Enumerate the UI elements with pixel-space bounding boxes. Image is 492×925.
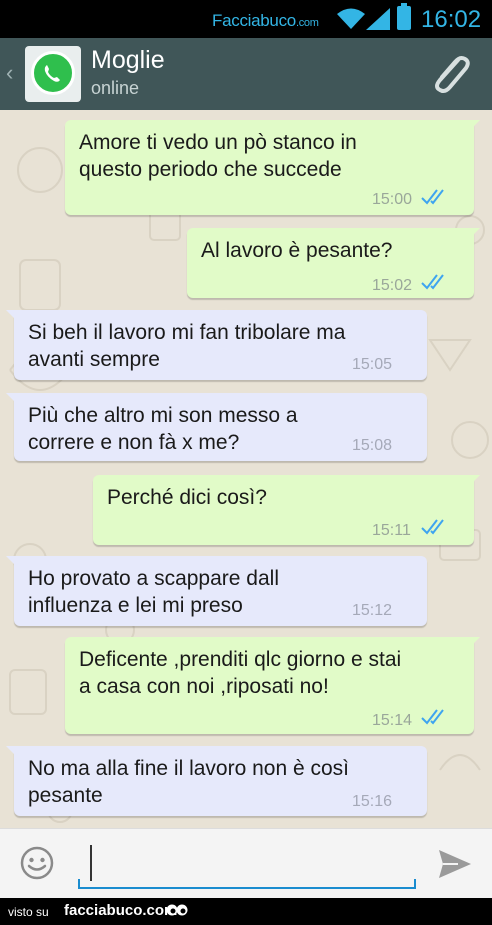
wifi-icon xyxy=(337,8,365,29)
message-text: Ho provato a scappare dall influenza e l… xyxy=(28,567,279,617)
message-text: Deficente ,prenditi qlc giorno e stai a … xyxy=(79,648,402,698)
message-text: No ma alla fine il lavoro non è così pes… xyxy=(28,757,349,807)
message-text: Al lavoro è pesante? xyxy=(201,239,393,262)
message-time: 15:08 xyxy=(352,437,393,454)
avatar[interactable] xyxy=(25,46,81,102)
battery-icon xyxy=(397,3,411,30)
bubble-tail xyxy=(6,746,20,760)
message-bubble-incoming[interactable]: Più che altro mi son messo a correre e n… xyxy=(14,393,427,461)
bubble-tail xyxy=(6,310,20,324)
contact-name[interactable]: Moglie xyxy=(91,46,165,75)
send-icon[interactable] xyxy=(438,849,472,879)
message-bubble-outgoing[interactable]: Al lavoro è pesante? 15:02 xyxy=(187,228,474,298)
message-text: Amore ti vedo un pò stanco in questo per… xyxy=(79,131,357,181)
read-ticks-icon xyxy=(421,274,444,290)
message-time: 15:00 xyxy=(372,191,413,208)
message-time: 15:12 xyxy=(352,602,393,619)
message-text: Più che altro mi son messo a correre e n… xyxy=(28,404,298,454)
message-time: 15:05 xyxy=(352,356,393,373)
signal-icon xyxy=(366,8,390,30)
bubble-tail xyxy=(466,228,480,242)
status-bar: Facciabuco.com 16:02 xyxy=(0,0,492,38)
watermark-footer: visto su facciabuco.com xyxy=(0,898,492,925)
read-ticks-icon xyxy=(421,709,444,725)
read-ticks-icon xyxy=(421,189,444,205)
bubble-tail xyxy=(6,393,20,407)
bubble-tail xyxy=(6,556,20,570)
whatsapp-icon xyxy=(31,51,75,95)
message-text: Si beh il lavoro mi fan tribolare ma ava… xyxy=(28,321,346,371)
status-clock: 16:02 xyxy=(421,6,482,33)
message-time: 15:02 xyxy=(372,277,413,294)
emoji-icon[interactable] xyxy=(19,845,55,881)
text-caret xyxy=(90,845,92,881)
message-bubble-outgoing[interactable]: Perché dici così? 15:11 xyxy=(93,475,474,545)
message-time: 15:11 xyxy=(372,522,411,539)
paperclip-icon[interactable] xyxy=(428,54,472,96)
message-time: 15:16 xyxy=(352,793,393,810)
message-bubble-outgoing[interactable]: Amore ti vedo un pò stanco in questo per… xyxy=(65,120,474,215)
message-input[interactable] xyxy=(78,843,416,889)
contact-status: online xyxy=(91,78,140,98)
status-brand: Facciabuco.com xyxy=(212,11,319,30)
bubble-tail xyxy=(466,637,480,651)
message-bubble-incoming[interactable]: Si beh il lavoro mi fan tribolare ma ava… xyxy=(14,310,427,380)
message-bubble-incoming[interactable]: No ma alla fine il lavoro non è così pes… xyxy=(14,746,427,816)
message-bubble-incoming[interactable]: Ho provato a scappare dall influenza e l… xyxy=(14,556,427,626)
bubble-tail xyxy=(466,120,480,134)
read-ticks-icon xyxy=(421,519,444,535)
bubble-tail xyxy=(466,475,480,489)
footer-brand[interactable]: facciabuco.com xyxy=(64,902,177,919)
message-bubble-outgoing[interactable]: Deficente ,prenditi qlc giorno e stai a … xyxy=(65,637,474,734)
eyes-icon xyxy=(166,904,188,916)
back-chevron-icon[interactable]: ‹ xyxy=(6,60,13,86)
chat-area[interactable]: Amore ti vedo un pò stanco in questo per… xyxy=(0,110,492,828)
message-input-bar xyxy=(0,828,492,898)
chat-header: ‹ Moglie online xyxy=(0,38,492,110)
message-text: Perché dici così? xyxy=(107,486,267,509)
message-time: 15:14 xyxy=(372,712,413,729)
footer-visto: visto su xyxy=(8,905,49,919)
